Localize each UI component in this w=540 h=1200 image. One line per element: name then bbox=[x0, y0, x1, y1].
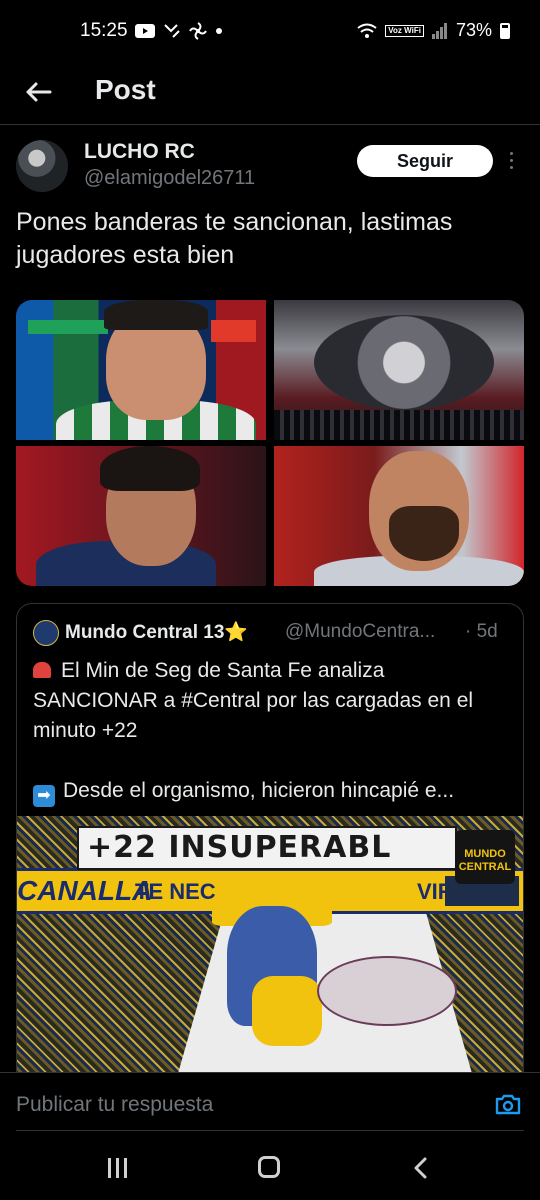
quoted-post-image[interactable]: CANALLA TE NEC VIR +22 INSUPERABL MUNDO … bbox=[17, 816, 523, 1076]
recent-apps-icon[interactable] bbox=[108, 1158, 130, 1178]
page-title: Post bbox=[95, 74, 156, 105]
author-handle[interactable]: @elamigodel26711 bbox=[84, 167, 255, 190]
youtube-icon bbox=[135, 24, 155, 38]
vowifi-badge: Voz WiFi bbox=[385, 24, 424, 37]
author-name[interactable]: LUCHO RC bbox=[84, 140, 195, 164]
post-image-3[interactable] bbox=[16, 446, 266, 586]
quoted-post-text: El Min de Seg de Santa Fe analiza SANCIO… bbox=[33, 656, 509, 807]
notification-icons bbox=[135, 22, 223, 40]
camera-icon[interactable] bbox=[495, 1093, 521, 1115]
status-bar: 15:25 Voz WiFi 73% bbox=[0, 0, 540, 64]
reply-bar: Publicar tu respuesta bbox=[0, 1072, 540, 1133]
quoted-post-time: · 5d bbox=[465, 621, 498, 642]
battery-icon bbox=[500, 22, 510, 39]
quoted-author-name: Mundo Central 13⭐ bbox=[65, 622, 249, 643]
wifi-icon bbox=[357, 23, 377, 38]
author-avatar[interactable] bbox=[16, 140, 68, 192]
quoted-author-avatar bbox=[33, 620, 59, 646]
post-image-2[interactable] bbox=[274, 300, 524, 440]
post-image-grid bbox=[16, 300, 524, 586]
flag-text-canalla: CANALLA bbox=[17, 875, 153, 906]
follow-button[interactable]: Seguir bbox=[357, 145, 493, 177]
battery-percent: 73% bbox=[455, 20, 492, 40]
arrow-right-icon: ➡ bbox=[33, 785, 55, 807]
signal-icon bbox=[431, 22, 447, 39]
fan-icon bbox=[189, 22, 207, 40]
dot-icon bbox=[216, 28, 222, 34]
reply-divider bbox=[16, 1130, 524, 1131]
quoted-text-line2: Desde el organismo, hicieron hincapié e.… bbox=[63, 779, 455, 802]
back-arrow-icon[interactable] bbox=[22, 76, 54, 108]
top-app-bar: Post bbox=[0, 64, 540, 125]
more-options-icon[interactable] bbox=[508, 152, 516, 172]
reply-input[interactable]: Publicar tu respuesta bbox=[16, 1093, 213, 1117]
jester-body bbox=[252, 976, 322, 1046]
quoted-post[interactable]: Mundo Central 13⭐ @MundoCentra... · 5d E… bbox=[16, 603, 524, 1125]
status-time: 15:25 bbox=[80, 20, 128, 41]
flag-text-te-nec: TE NEC bbox=[135, 879, 216, 904]
flag-insuperable: +22 INSUPERABL bbox=[77, 826, 457, 870]
back-icon[interactable] bbox=[410, 1156, 432, 1180]
post-image-1[interactable] bbox=[16, 300, 266, 440]
post-text: Pones banderas te sancionan, lastimas ju… bbox=[16, 208, 453, 269]
creature-figure bbox=[317, 956, 457, 1026]
siren-icon bbox=[33, 662, 51, 678]
quoted-author-handle: @MundoCentra... bbox=[285, 621, 436, 642]
missed-call-icon bbox=[164, 24, 180, 38]
post-image-4[interactable] bbox=[274, 446, 524, 586]
system-icons: Voz WiFi 73% bbox=[357, 20, 510, 41]
home-icon[interactable] bbox=[258, 1156, 280, 1178]
quoted-text-line1: El Min de Seg de Santa Fe analiza SANCIO… bbox=[33, 659, 474, 742]
mundo-central-logo: MUNDO CENTRAL bbox=[455, 830, 515, 884]
system-nav-bar bbox=[0, 1132, 540, 1200]
